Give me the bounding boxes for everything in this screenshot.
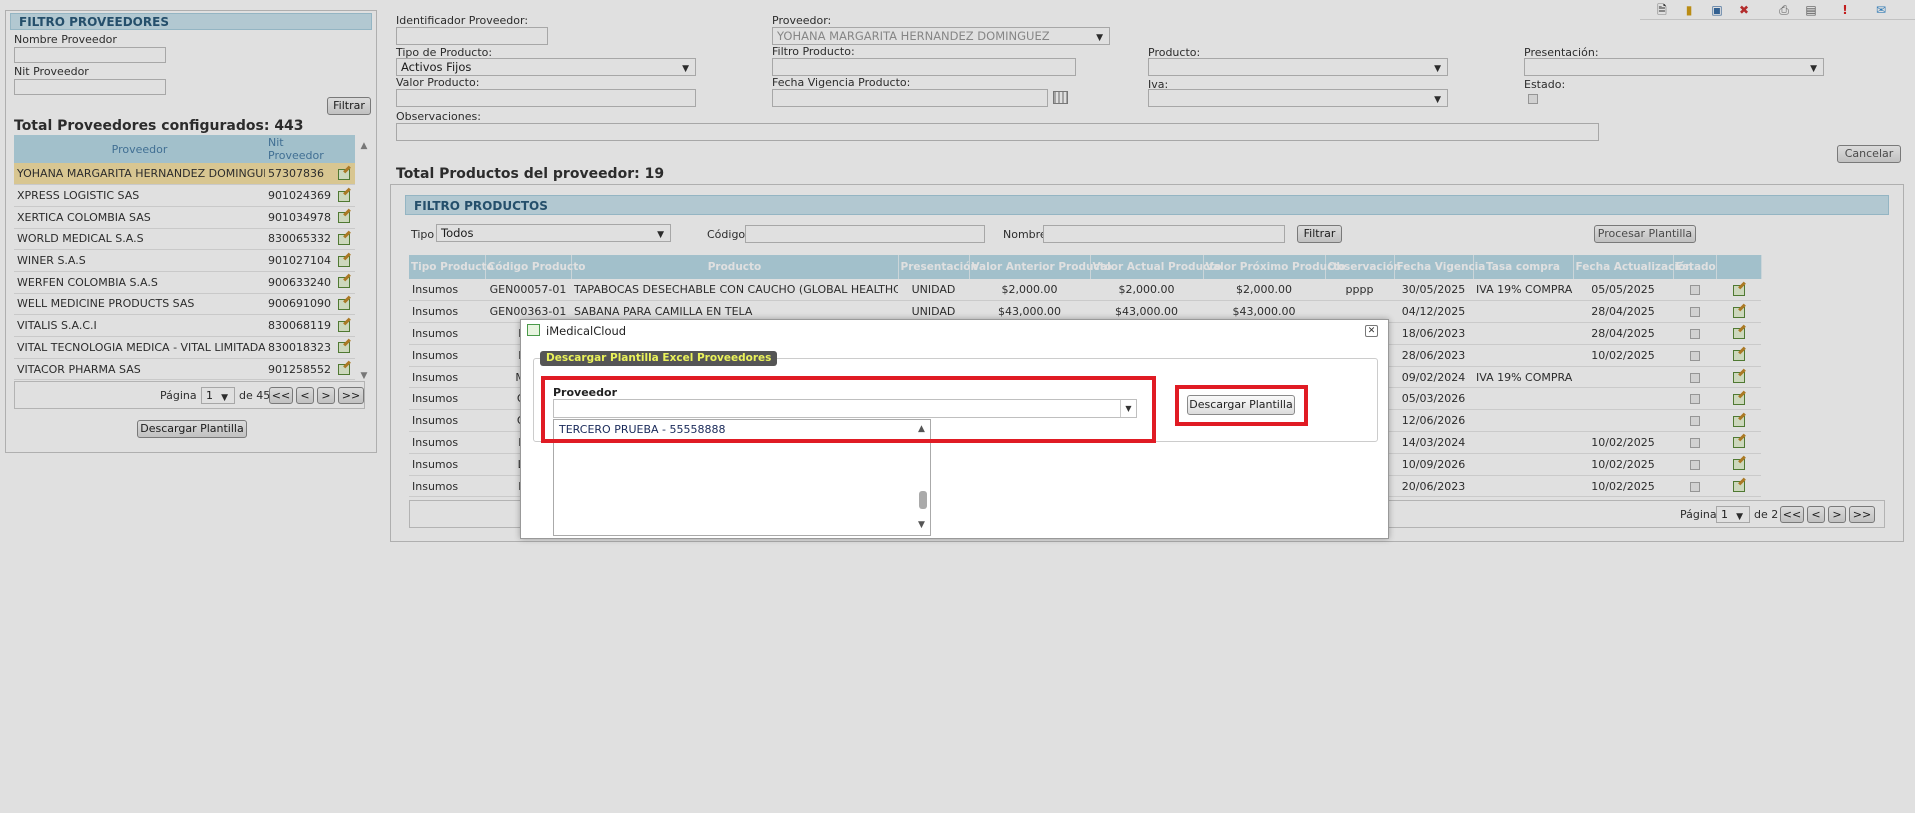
scroll-down-icon[interactable]: ▼ xyxy=(918,520,925,530)
close-icon[interactable]: ✕ xyxy=(1365,325,1378,337)
app-icon xyxy=(527,324,540,336)
highlight-download-box xyxy=(1175,385,1308,426)
highlight-provider-box xyxy=(541,376,1156,443)
scroll-thumb[interactable] xyxy=(919,491,927,509)
dialog-group-label: Descargar Plantilla Excel Proveedores xyxy=(540,351,778,366)
dialog-title-bar: iMedicalCloud ✕ xyxy=(521,320,1388,342)
dialog-title: iMedicalCloud xyxy=(546,324,627,338)
